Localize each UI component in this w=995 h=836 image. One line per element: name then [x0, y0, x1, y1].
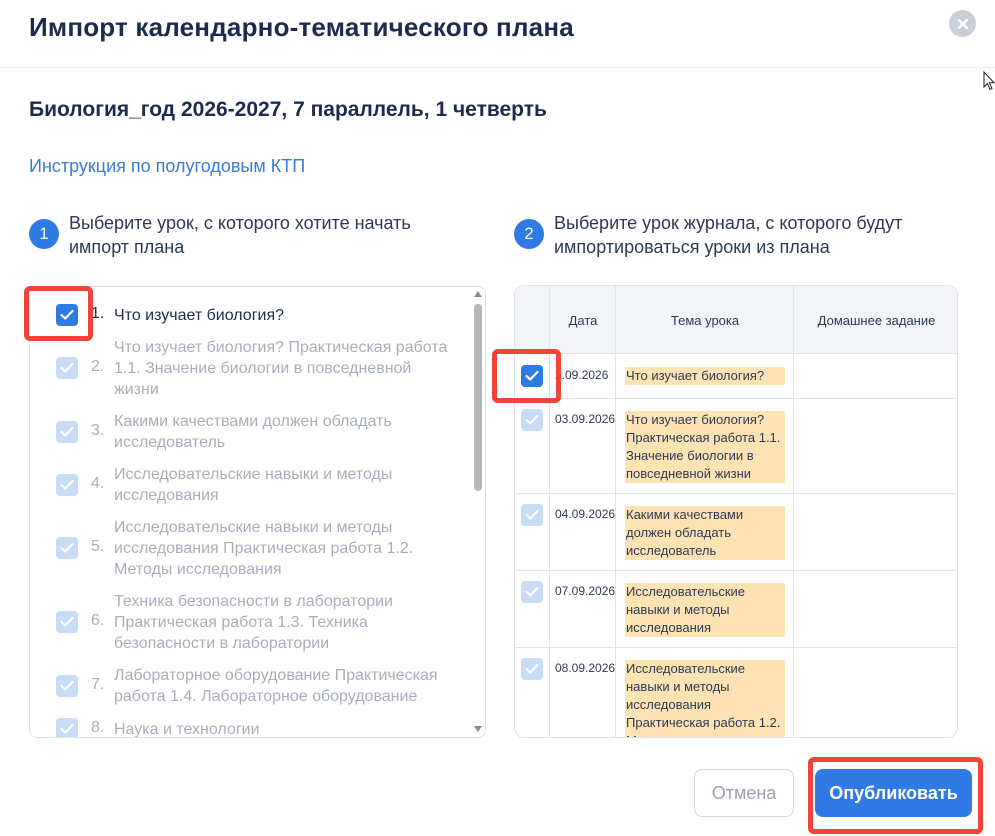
- check-icon: [60, 479, 74, 490]
- journal-row-checkbox[interactable]: [521, 409, 543, 431]
- journal-row-topic: Какими качествами должен обладать исслед…: [625, 506, 785, 560]
- lesson-title: Техника безопасности в лаборатории Практ…: [114, 593, 393, 652]
- journal-row[interactable]: 2.09.2026 Что изучает биология?: [515, 354, 957, 399]
- journal-row-topic: Что изучает биология? Практическая работ…: [625, 411, 785, 483]
- step-1: 1 Выберите урок, с которого хотите начат…: [29, 211, 469, 259]
- check-icon: [525, 586, 539, 597]
- check-icon: [60, 616, 74, 627]
- plan-lesson-item[interactable]: 6. Техника безопасности в лаборатории Пр…: [30, 591, 470, 654]
- subject-title: Биология_год 2026-2027, 7 параллель, 1 ч…: [29, 98, 547, 121]
- journal-row[interactable]: 07.09.2026 Исследовательские навыки и ме…: [515, 571, 957, 648]
- check-icon: [60, 542, 74, 553]
- lesson-number: 5.: [91, 538, 105, 555]
- column-header-homework: Домашнее задание: [817, 312, 936, 328]
- scrollbar-thumb[interactable]: [474, 304, 482, 491]
- journal-table[interactable]: Дата Тема урока Домашнее задание 2.09.20…: [514, 285, 958, 738]
- lesson-title: Исследовательские навыки и методы исслед…: [114, 519, 414, 578]
- journal-row[interactable]: 04.09.2026 Какими качествами должен обла…: [515, 494, 957, 571]
- step-number-badge: 1: [29, 219, 59, 249]
- column-header-date: Дата: [568, 312, 598, 328]
- journal-row-checkbox[interactable]: [521, 581, 543, 603]
- lesson-checkbox[interactable]: [56, 421, 78, 443]
- journal-table-header: Дата Тема урока Домашнее задание: [515, 286, 957, 354]
- import-plan-modal: Импорт календарно-тематического плана Би…: [0, 0, 995, 836]
- scroll-up-arrow-icon[interactable]: [474, 291, 482, 297]
- check-icon: [60, 426, 74, 437]
- lesson-checkbox[interactable]: [56, 537, 78, 559]
- journal-row[interactable]: 08.09.2026 Исследовательские навыки и ме…: [515, 648, 957, 737]
- lesson-title: Что изучает биология? Практическая работ…: [114, 339, 448, 398]
- lesson-title: Исследовательские навыки и методы исслед…: [114, 466, 393, 504]
- lesson-checkbox[interactable]: [56, 474, 78, 496]
- journal-row-date: 08.09.2026: [555, 661, 616, 675]
- cancel-button[interactable]: Отмена: [694, 769, 794, 817]
- annotation-highlight-plan-checkbox: [24, 286, 93, 341]
- plan-lesson-item[interactable]: 8. Наука и технологии: [30, 718, 470, 738]
- journal-row-topic: Что изучает биология?: [625, 367, 785, 385]
- lesson-number: 6.: [91, 612, 105, 629]
- journal-row-topic: Исследовательские навыки и методы исслед…: [625, 660, 785, 737]
- journal-row-checkbox[interactable]: [521, 504, 543, 526]
- plan-lesson-item[interactable]: 2. Что изучает биология? Практическая ра…: [30, 337, 470, 400]
- check-icon: [525, 509, 539, 520]
- journal-row-checkbox[interactable]: [521, 658, 543, 680]
- instruction-link[interactable]: Инструкция по полугодовым КТП: [29, 156, 305, 177]
- annotation-highlight-journal-checkbox: [492, 349, 561, 403]
- lesson-number: 1.: [91, 305, 105, 322]
- lesson-number: 4.: [91, 475, 105, 492]
- column-header-topic: Тема урока: [670, 312, 740, 328]
- lesson-title: Наука и технологии: [114, 721, 260, 738]
- plan-lesson-item[interactable]: 1. Что изучает биология?: [30, 301, 470, 329]
- modal-title: Импорт календарно-тематического плана: [29, 12, 574, 42]
- lesson-number: 7.: [91, 676, 105, 693]
- lesson-title: Лабораторное оборудование Практическая р…: [114, 667, 438, 705]
- plan-lesson-item[interactable]: 5. Исследовательские навыки и методы исс…: [30, 517, 470, 580]
- lesson-checkbox[interactable]: [56, 611, 78, 633]
- plan-lesson-item[interactable]: 3. Какими качествами должен обладать исс…: [30, 411, 470, 453]
- check-icon: [60, 680, 74, 691]
- journal-row-date: 2.09.2026: [555, 368, 609, 382]
- plan-lesson-item[interactable]: 4. Исследовательские навыки и методы исс…: [30, 464, 470, 506]
- scroll-down-arrow-icon[interactable]: [474, 726, 482, 732]
- lesson-title: Что изучает биология?: [114, 307, 285, 324]
- check-icon: [60, 362, 74, 373]
- lesson-number: 2.: [91, 358, 105, 375]
- close-icon: [957, 18, 968, 29]
- step-text: Выберите урок, с которого хотите начать …: [69, 213, 411, 257]
- lesson-title: Какими качествами должен обладать исслед…: [114, 413, 392, 451]
- lesson-number: 8.: [91, 719, 105, 736]
- plan-lesson-list[interactable]: 1. Что изучает биология? 2. Что изучает …: [29, 286, 486, 738]
- lesson-number: 3.: [91, 422, 105, 439]
- publish-button[interactable]: Опубликовать: [815, 769, 972, 817]
- check-icon: [60, 723, 74, 734]
- lesson-checkbox[interactable]: [56, 675, 78, 697]
- step-2: 2 Выберите урок журнала, с которого буду…: [514, 211, 954, 259]
- journal-row-date: 03.09.2026: [555, 412, 616, 426]
- plan-lesson-item[interactable]: 7. Лабораторное оборудование Практическа…: [30, 665, 470, 707]
- journal-row-date: 04.09.2026: [555, 507, 616, 521]
- mouse-cursor-icon: [983, 71, 995, 91]
- close-button[interactable]: [949, 10, 976, 37]
- step-number-badge: 2: [514, 219, 544, 249]
- journal-row-date: 07.09.2026: [555, 584, 616, 598]
- journal-row-topic: Исследовательские навыки и методы исслед…: [625, 583, 785, 637]
- lesson-checkbox[interactable]: [56, 718, 78, 737]
- modal-header: Импорт календарно-тематического плана: [0, 0, 995, 68]
- check-icon: [525, 663, 539, 674]
- journal-row[interactable]: 03.09.2026 Что изучает биология? Практич…: [515, 399, 957, 494]
- check-icon: [525, 414, 539, 425]
- step-text: Выберите урок журнала, с которого будут …: [554, 213, 903, 257]
- lesson-checkbox[interactable]: [56, 357, 78, 379]
